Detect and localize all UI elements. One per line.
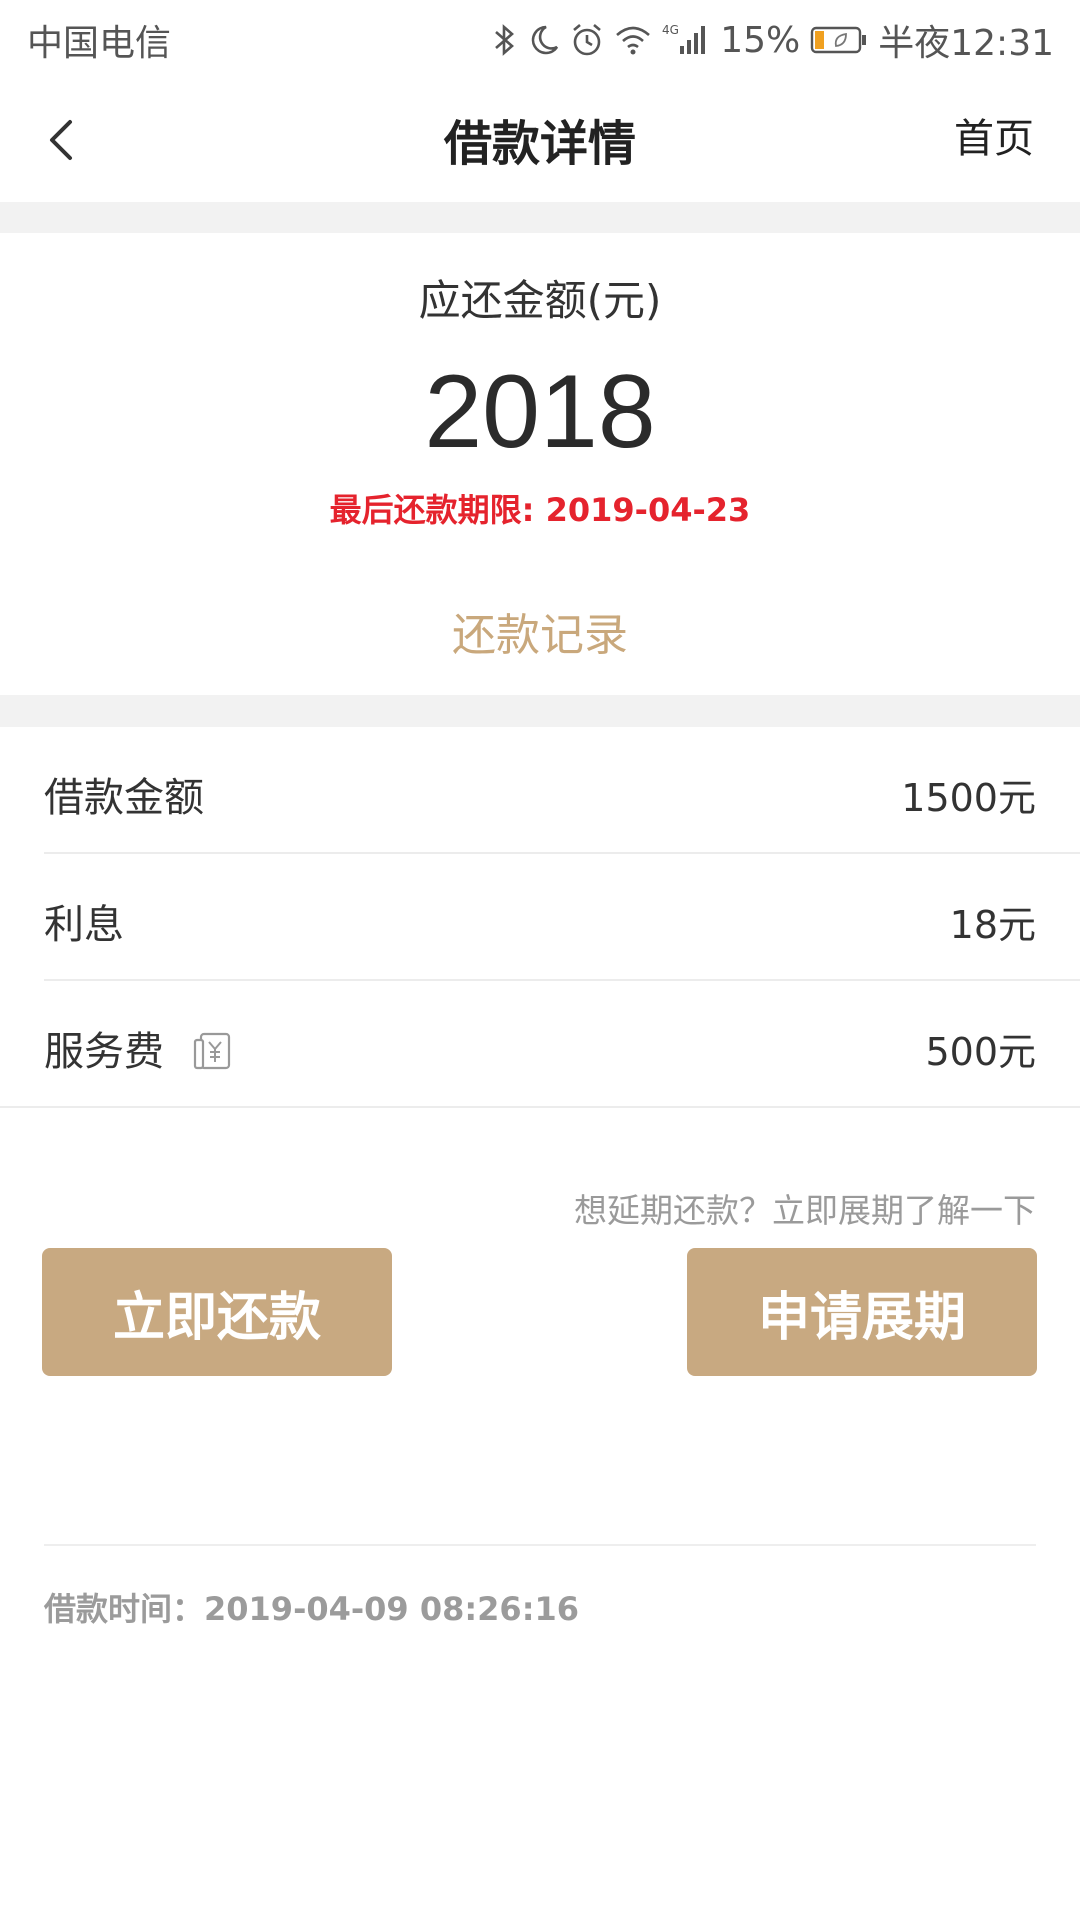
- service-fee-value: 500元: [925, 1030, 1036, 1074]
- carrier-label: 中国电信: [27, 23, 172, 64]
- list-item: 服务费 500元: [0, 981, 1080, 1108]
- nav-bar: 借款详情 首页: [0, 76, 1080, 202]
- interest-value: 18元: [949, 903, 1036, 947]
- repayment-deadline: 最后还款期限: 2019-04-23: [329, 491, 751, 529]
- list-item: 借款金额 1500元: [0, 727, 1080, 854]
- loan-detail-list: 借款金额 1500元 利息 18元 服务费 500元: [0, 727, 1080, 1108]
- loan-amount-value: 1500元: [901, 776, 1036, 820]
- network-type-label: 4G: [662, 23, 679, 37]
- page-title: 借款详情: [443, 116, 636, 172]
- alarm-icon: [570, 22, 604, 58]
- list-item: 利息 18元: [0, 854, 1080, 981]
- moon-icon: [528, 22, 560, 58]
- section-divider: [0, 695, 1080, 727]
- due-amount-label: 应还金额(元): [418, 276, 662, 325]
- signal-icon: 4G: [662, 22, 710, 58]
- fee-detail-icon[interactable]: [192, 1030, 234, 1072]
- loan-amount-label: 借款金额: [44, 775, 204, 821]
- interest-label: 利息: [44, 902, 124, 948]
- wifi-icon: [614, 22, 652, 58]
- apply-extension-button[interactable]: 申请展期: [687, 1248, 1037, 1376]
- service-fee-label: 服务费: [44, 1019, 234, 1077]
- home-link[interactable]: 首页: [954, 106, 1034, 164]
- row-divider: [0, 1106, 1080, 1108]
- repay-now-button[interactable]: 立即还款: [42, 1248, 392, 1376]
- battery-percent: 15%: [720, 19, 801, 61]
- clock: 半夜12:31: [878, 23, 1054, 64]
- repayment-summary: 应还金额(元) 2018 最后还款期限: 2019-04-23 还款记录: [0, 233, 1080, 695]
- due-amount-value: 2018: [424, 354, 656, 470]
- loan-time: 借款时间：2019-04-09 08:26:16: [44, 1590, 580, 1628]
- repayment-records-link[interactable]: 还款记录: [0, 599, 1080, 663]
- bluetooth-icon: [492, 22, 518, 58]
- extension-hint-link[interactable]: 想延期还款？立即展期了解一下: [574, 1184, 1036, 1232]
- status-icons: 4G 15% 半夜12:31: [492, 14, 1054, 66]
- divider: [44, 1544, 1036, 1546]
- battery-icon: [810, 25, 868, 55]
- status-bar: 中国电信 4G 15% 半夜12:31: [0, 0, 1080, 76]
- section-divider: [0, 202, 1080, 233]
